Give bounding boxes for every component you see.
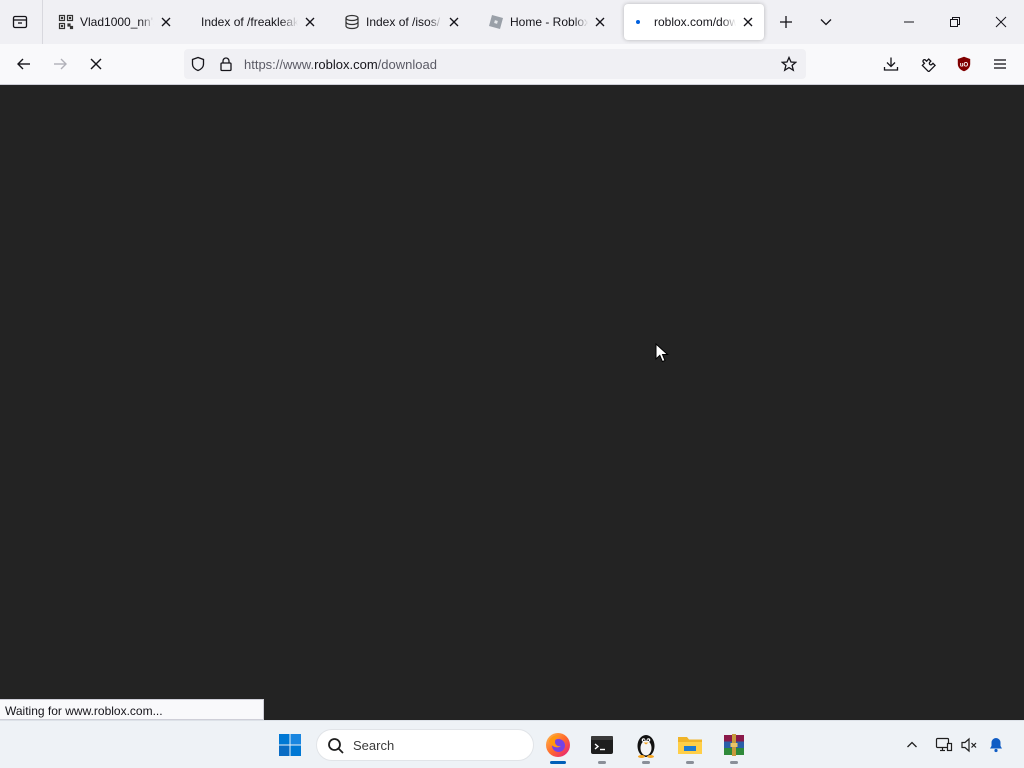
show-hidden-icons-button[interactable]	[900, 733, 924, 757]
firefox-view-button[interactable]	[4, 6, 36, 38]
windows-taskbar: Search	[0, 720, 1024, 768]
tab-title: Index of /isos/	[366, 15, 441, 29]
navigation-toolbar: https://www.roblox.com/download uO	[0, 44, 1024, 85]
start-button[interactable]	[270, 725, 310, 765]
url-path: /download	[377, 57, 437, 72]
tab-close-icon[interactable]	[302, 14, 318, 30]
downloads-button[interactable]	[875, 48, 907, 80]
tab-close-icon[interactable]	[592, 14, 608, 30]
volume-muted-icon	[961, 737, 977, 753]
arrow-left-icon	[17, 58, 30, 70]
chevron-up-icon	[907, 741, 917, 748]
puzzle-piece-icon	[921, 58, 936, 72]
stop-x-icon	[90, 58, 102, 70]
tux-penguin-icon	[637, 735, 655, 758]
restore-icon	[950, 17, 960, 27]
lock-icon[interactable]	[217, 55, 235, 73]
tab-close-icon[interactable]	[740, 14, 756, 30]
network-tray-button[interactable]	[932, 733, 956, 757]
loading-dot-icon	[632, 14, 648, 30]
close-window-button[interactable]	[978, 0, 1024, 44]
qr-code-icon	[58, 14, 74, 30]
taskbar-winrar[interactable]	[714, 725, 754, 765]
minimize-icon	[904, 21, 914, 23]
tab-close-icon[interactable]	[446, 14, 462, 30]
ublock-origin-button[interactable]: uO	[948, 48, 980, 80]
tab-title: roblox.com/dow	[654, 15, 736, 29]
roblox-icon	[488, 14, 504, 30]
search-placeholder: Search	[353, 738, 395, 753]
close-icon	[995, 16, 1007, 28]
bookmark-star-icon[interactable]	[780, 55, 798, 73]
firefox-view-icon	[12, 15, 28, 29]
tab-close-icon[interactable]	[158, 14, 174, 30]
taskbar-terminal[interactable]	[582, 725, 622, 765]
tracking-protection-shield-icon[interactable]	[189, 55, 207, 73]
list-all-tabs-button[interactable]	[810, 6, 842, 38]
network-monitor-icon	[935, 737, 953, 752]
volume-tray-button[interactable]	[957, 733, 981, 757]
tab-title: Index of /freakleak/H	[201, 15, 298, 29]
status-panel: Waiting for www.roblox.com...	[0, 699, 264, 720]
tab-home-roblox[interactable]: Home - Roblox	[480, 4, 616, 40]
tab-title: Home - Roblox	[510, 15, 588, 29]
back-button[interactable]	[8, 48, 40, 80]
tab-title: Vlad1000_nn's P	[80, 15, 154, 29]
winrar-icon	[724, 734, 744, 756]
url-scheme: https://www.	[244, 57, 315, 72]
running-indicator	[598, 761, 606, 764]
search-icon	[328, 738, 344, 754]
folder-icon	[678, 737, 702, 754]
running-indicator	[550, 761, 566, 764]
arrow-right-icon	[54, 58, 67, 70]
download-icon	[883, 57, 899, 71]
tab-index-freakleak[interactable]: Index of /freakleak/H	[186, 4, 326, 40]
chevron-down-icon	[820, 19, 832, 26]
running-indicator	[730, 761, 738, 764]
svg-text:uO: uO	[960, 63, 969, 69]
tab-vlad1000[interactable]: Vlad1000_nn's P	[50, 4, 182, 40]
running-indicator	[642, 761, 650, 764]
ublock-origin-icon: uO	[957, 56, 971, 72]
taskbar-tux[interactable]	[626, 725, 666, 765]
extensions-button[interactable]	[912, 48, 944, 80]
plus-icon	[780, 16, 792, 28]
mouse-pointer-icon	[655, 343, 669, 363]
new-tab-button[interactable]	[770, 6, 802, 38]
url-host: roblox.com	[314, 57, 378, 72]
bell-icon	[990, 738, 1002, 753]
taskbar-file-explorer[interactable]	[670, 725, 710, 765]
tab-strip-divider	[42, 0, 43, 44]
minimize-button[interactable]	[886, 0, 932, 44]
tab-strip: Vlad1000_nn's P Index of /freakleak/H In…	[0, 0, 1024, 44]
tab-index-isos[interactable]: Index of /isos/	[336, 4, 470, 40]
address-bar[interactable]: https://www.roblox.com/download	[184, 49, 806, 79]
restore-button[interactable]	[932, 0, 978, 44]
taskbar-search-box[interactable]: Search	[316, 729, 534, 761]
notifications-button[interactable]	[984, 733, 1008, 757]
tab-roblox-download[interactable]: roblox.com/dow	[624, 4, 764, 40]
stop-button[interactable]	[80, 48, 112, 80]
hamburger-menu-icon	[994, 59, 1006, 69]
running-indicator	[686, 761, 694, 764]
archive-icon	[344, 14, 360, 30]
terminal-icon	[591, 736, 613, 754]
taskbar-firefox[interactable]	[538, 725, 578, 765]
app-menu-button[interactable]	[984, 48, 1016, 80]
forward-button[interactable]	[44, 48, 76, 80]
firefox-icon	[546, 733, 570, 757]
url-text: https://www.roblox.com/download	[244, 57, 437, 72]
page-content-area[interactable]	[0, 85, 1024, 720]
windows-logo-icon	[279, 734, 301, 756]
